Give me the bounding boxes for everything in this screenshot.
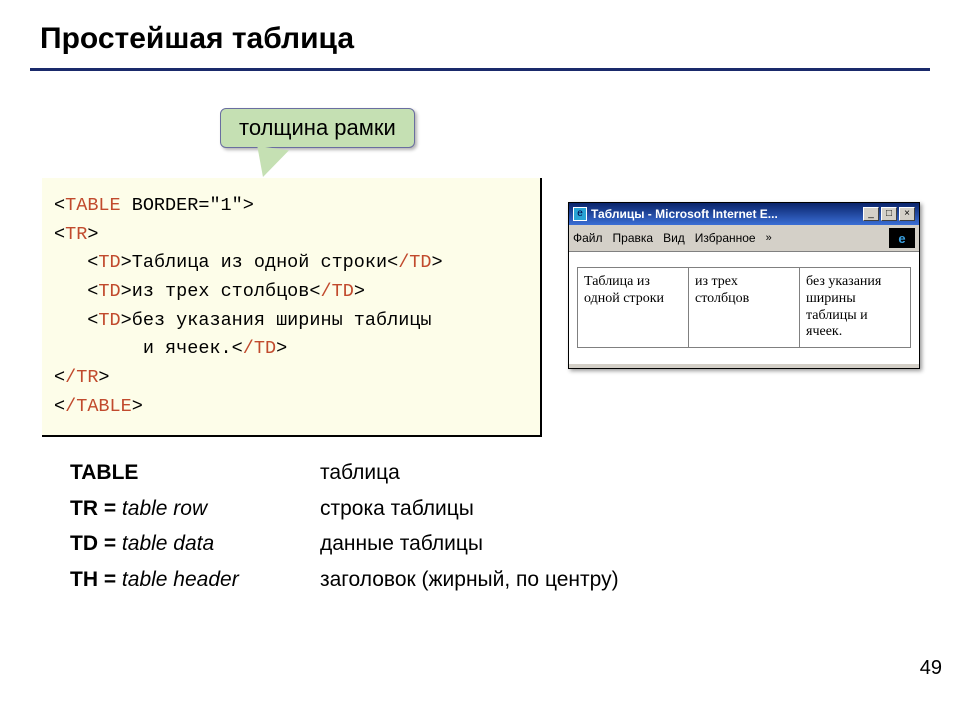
def-ital-1: table row xyxy=(116,497,207,520)
def-ital-2: table data xyxy=(116,532,214,555)
callout-border-width: толщина рамки xyxy=(220,108,415,148)
maximize-button[interactable]: □ xyxy=(881,207,897,221)
tag-td-close-1: /TD xyxy=(398,252,431,273)
ie-logo-icon: e xyxy=(889,228,915,248)
code-cell-3a: без указания ширины таблицы xyxy=(132,310,432,331)
table-cell-3: без указания ширины таблицы и ячеек. xyxy=(800,268,911,348)
menu-edit[interactable]: Правка xyxy=(613,231,654,245)
def-desc-0: таблица xyxy=(320,455,400,491)
list-item: TR = table row строка таблицы xyxy=(70,491,619,527)
tag-table-close: /TABLE xyxy=(65,396,132,417)
code-cell-3b: и ячеек. xyxy=(143,338,232,359)
def-desc-2: данные таблицы xyxy=(320,526,483,562)
table-cell-1: Таблица из одной строки xyxy=(578,268,689,348)
def-term-0: TABLE xyxy=(70,461,138,484)
attr-border: BORDER="1" xyxy=(121,195,243,216)
close-button[interactable]: × xyxy=(899,207,915,221)
tag-table-open: TABLE xyxy=(65,195,121,216)
browser-viewport: Таблица из одной строки из трех столбцов… xyxy=(569,252,919,362)
callout-tail xyxy=(253,146,289,180)
list-item: TD = table data данные таблицы xyxy=(70,526,619,562)
code-cell-1: Таблица из одной строки xyxy=(132,252,387,273)
page-number: 49 xyxy=(920,657,942,680)
menu-more-icon[interactable]: » xyxy=(766,232,772,244)
table-row: Таблица из одной строки из трех столбцов… xyxy=(578,268,911,348)
browser-title: Таблицы - Microsoft Internet E... xyxy=(591,207,863,221)
def-term-1: TR = xyxy=(70,497,116,520)
def-term-3: TH = xyxy=(70,568,116,591)
menu-favorites[interactable]: Избранное xyxy=(695,231,756,245)
rendered-table: Таблица из одной строки из трех столбцов… xyxy=(577,267,911,348)
definitions-list: TABLE таблица TR = table row строка табл… xyxy=(70,455,619,598)
tag-td-open-2: TD xyxy=(98,281,120,302)
list-item: TH = table header заголовок (жирный, по … xyxy=(70,562,619,598)
tag-td-open-1: TD xyxy=(98,252,120,273)
code-block: <TABLE BORDER="1"> <TR> <TD>Таблица из о… xyxy=(42,178,542,437)
minimize-button[interactable]: _ xyxy=(863,207,879,221)
browser-titlebar: e Таблицы - Microsoft Internet E... _ □ … xyxy=(569,203,919,225)
menu-file[interactable]: Файл xyxy=(573,231,603,245)
menu-view[interactable]: Вид xyxy=(663,231,685,245)
ie-icon: e xyxy=(573,207,587,221)
def-desc-3: заголовок (жирный, по центру) xyxy=(320,562,619,598)
def-desc-1: строка таблицы xyxy=(320,491,474,527)
tag-tr-open: TR xyxy=(65,224,87,245)
browser-statusbar xyxy=(569,362,919,368)
table-cell-2: из трех столбцов xyxy=(689,268,800,348)
tag-td-close-2: /TD xyxy=(321,281,354,302)
title-rule xyxy=(30,68,930,71)
def-ital-3: table header xyxy=(116,568,239,591)
list-item: TABLE таблица xyxy=(70,455,619,491)
slide-title: Простейшая таблица xyxy=(40,22,354,56)
def-term-2: TD = xyxy=(70,532,116,555)
tag-tr-close: /TR xyxy=(65,367,98,388)
browser-window: e Таблицы - Microsoft Internet E... _ □ … xyxy=(568,202,920,369)
browser-menubar: Файл Правка Вид Избранное » e xyxy=(569,225,919,252)
tag-td-open-3: TD xyxy=(98,310,120,331)
window-buttons: _ □ × xyxy=(863,207,915,221)
code-cell-2: из трех столбцов xyxy=(132,281,310,302)
tag-td-close-3: /TD xyxy=(243,338,276,359)
